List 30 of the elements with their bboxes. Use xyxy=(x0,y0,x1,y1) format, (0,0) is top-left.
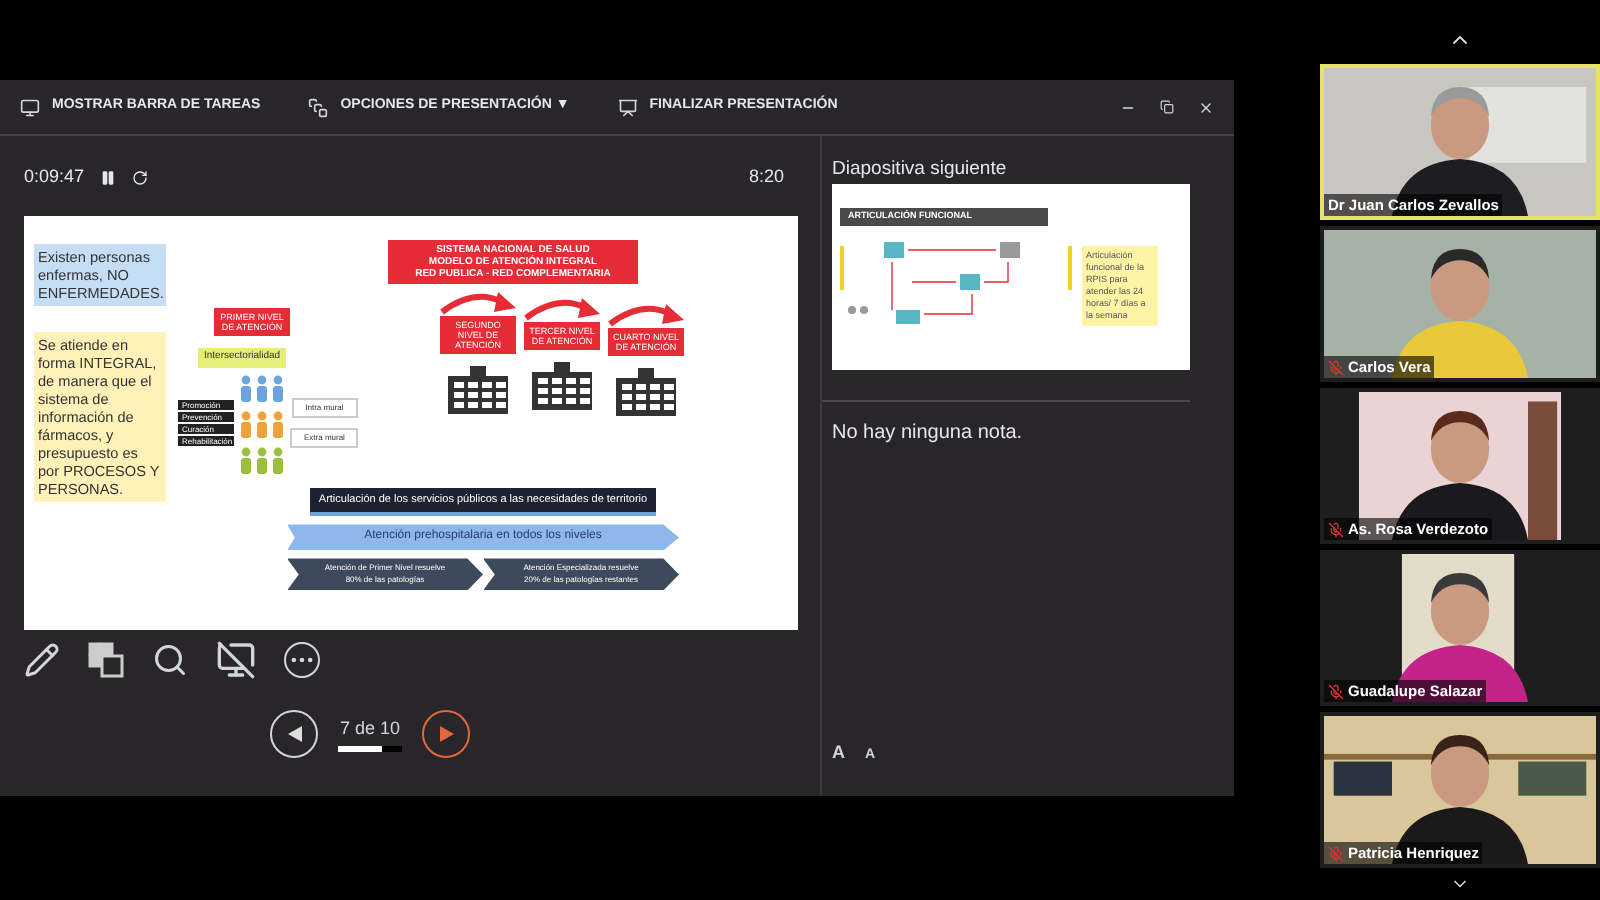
building-icon xyxy=(616,368,676,416)
notes-text: No hay ninguna nota. xyxy=(832,420,1025,448)
next-button[interactable] xyxy=(422,710,470,758)
search-icon[interactable] xyxy=(152,642,188,678)
restart-icon[interactable] xyxy=(132,170,149,186)
people-icon xyxy=(240,373,284,401)
clock-time: 8:20 xyxy=(748,164,784,191)
more-icon[interactable] xyxy=(284,642,320,678)
elapsed-time: 0:09:47 xyxy=(24,164,85,191)
people-icon xyxy=(240,409,284,437)
slide-counter: 7 de 10 xyxy=(339,715,401,742)
next-icon xyxy=(439,726,453,742)
restore-icon[interactable] xyxy=(1160,100,1174,114)
screen-off-icon[interactable] xyxy=(216,640,256,680)
curved-arrow-icon xyxy=(522,294,602,322)
pause-icon[interactable] xyxy=(100,170,117,186)
people-icon xyxy=(240,445,284,473)
curved-arrow-icon xyxy=(438,288,518,316)
building-icon xyxy=(532,362,592,410)
monitor-icon xyxy=(20,97,40,117)
building-icon xyxy=(448,366,508,414)
pen-icon[interactable] xyxy=(24,642,60,678)
curved-arrow-icon xyxy=(606,300,686,328)
previous-icon xyxy=(287,726,301,742)
previous-button[interactable] xyxy=(270,710,318,758)
close-icon[interactable] xyxy=(1198,99,1214,115)
section-heading: Diapositiva siguiente xyxy=(832,156,1009,184)
presentation-icon xyxy=(617,97,638,117)
increase-font-button[interactable]: A xyxy=(832,739,845,766)
slides-grid-icon[interactable] xyxy=(88,642,124,678)
